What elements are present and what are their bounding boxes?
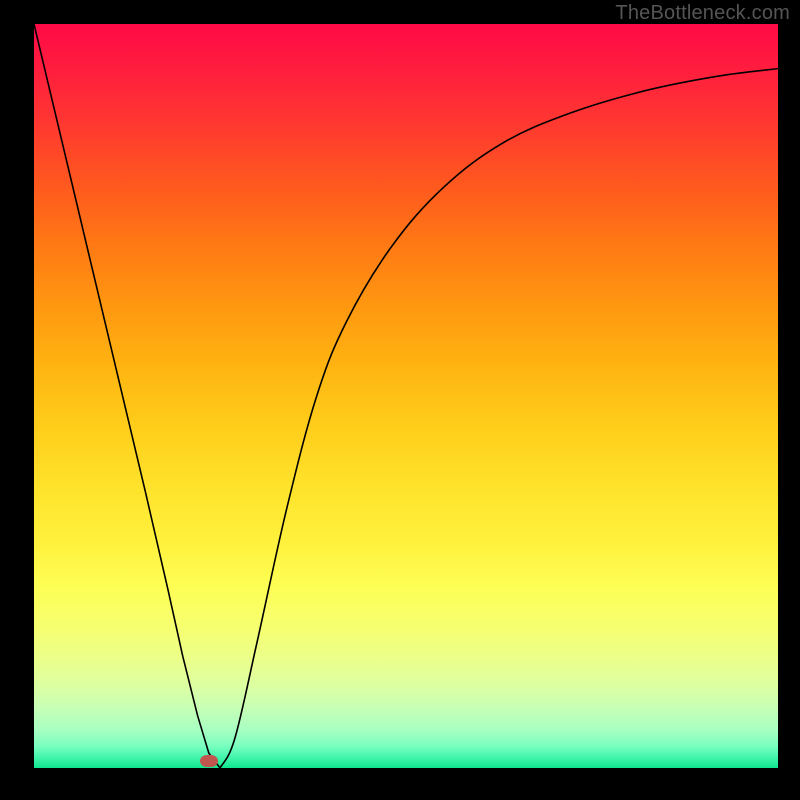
watermark-text: TheBottleneck.com <box>615 2 790 25</box>
curve-svg <box>34 24 778 768</box>
chart-container: TheBottleneck.com <box>0 0 800 800</box>
plot-area <box>34 24 778 768</box>
optimal-point-marker <box>200 755 218 767</box>
v-curve-path <box>34 24 778 768</box>
